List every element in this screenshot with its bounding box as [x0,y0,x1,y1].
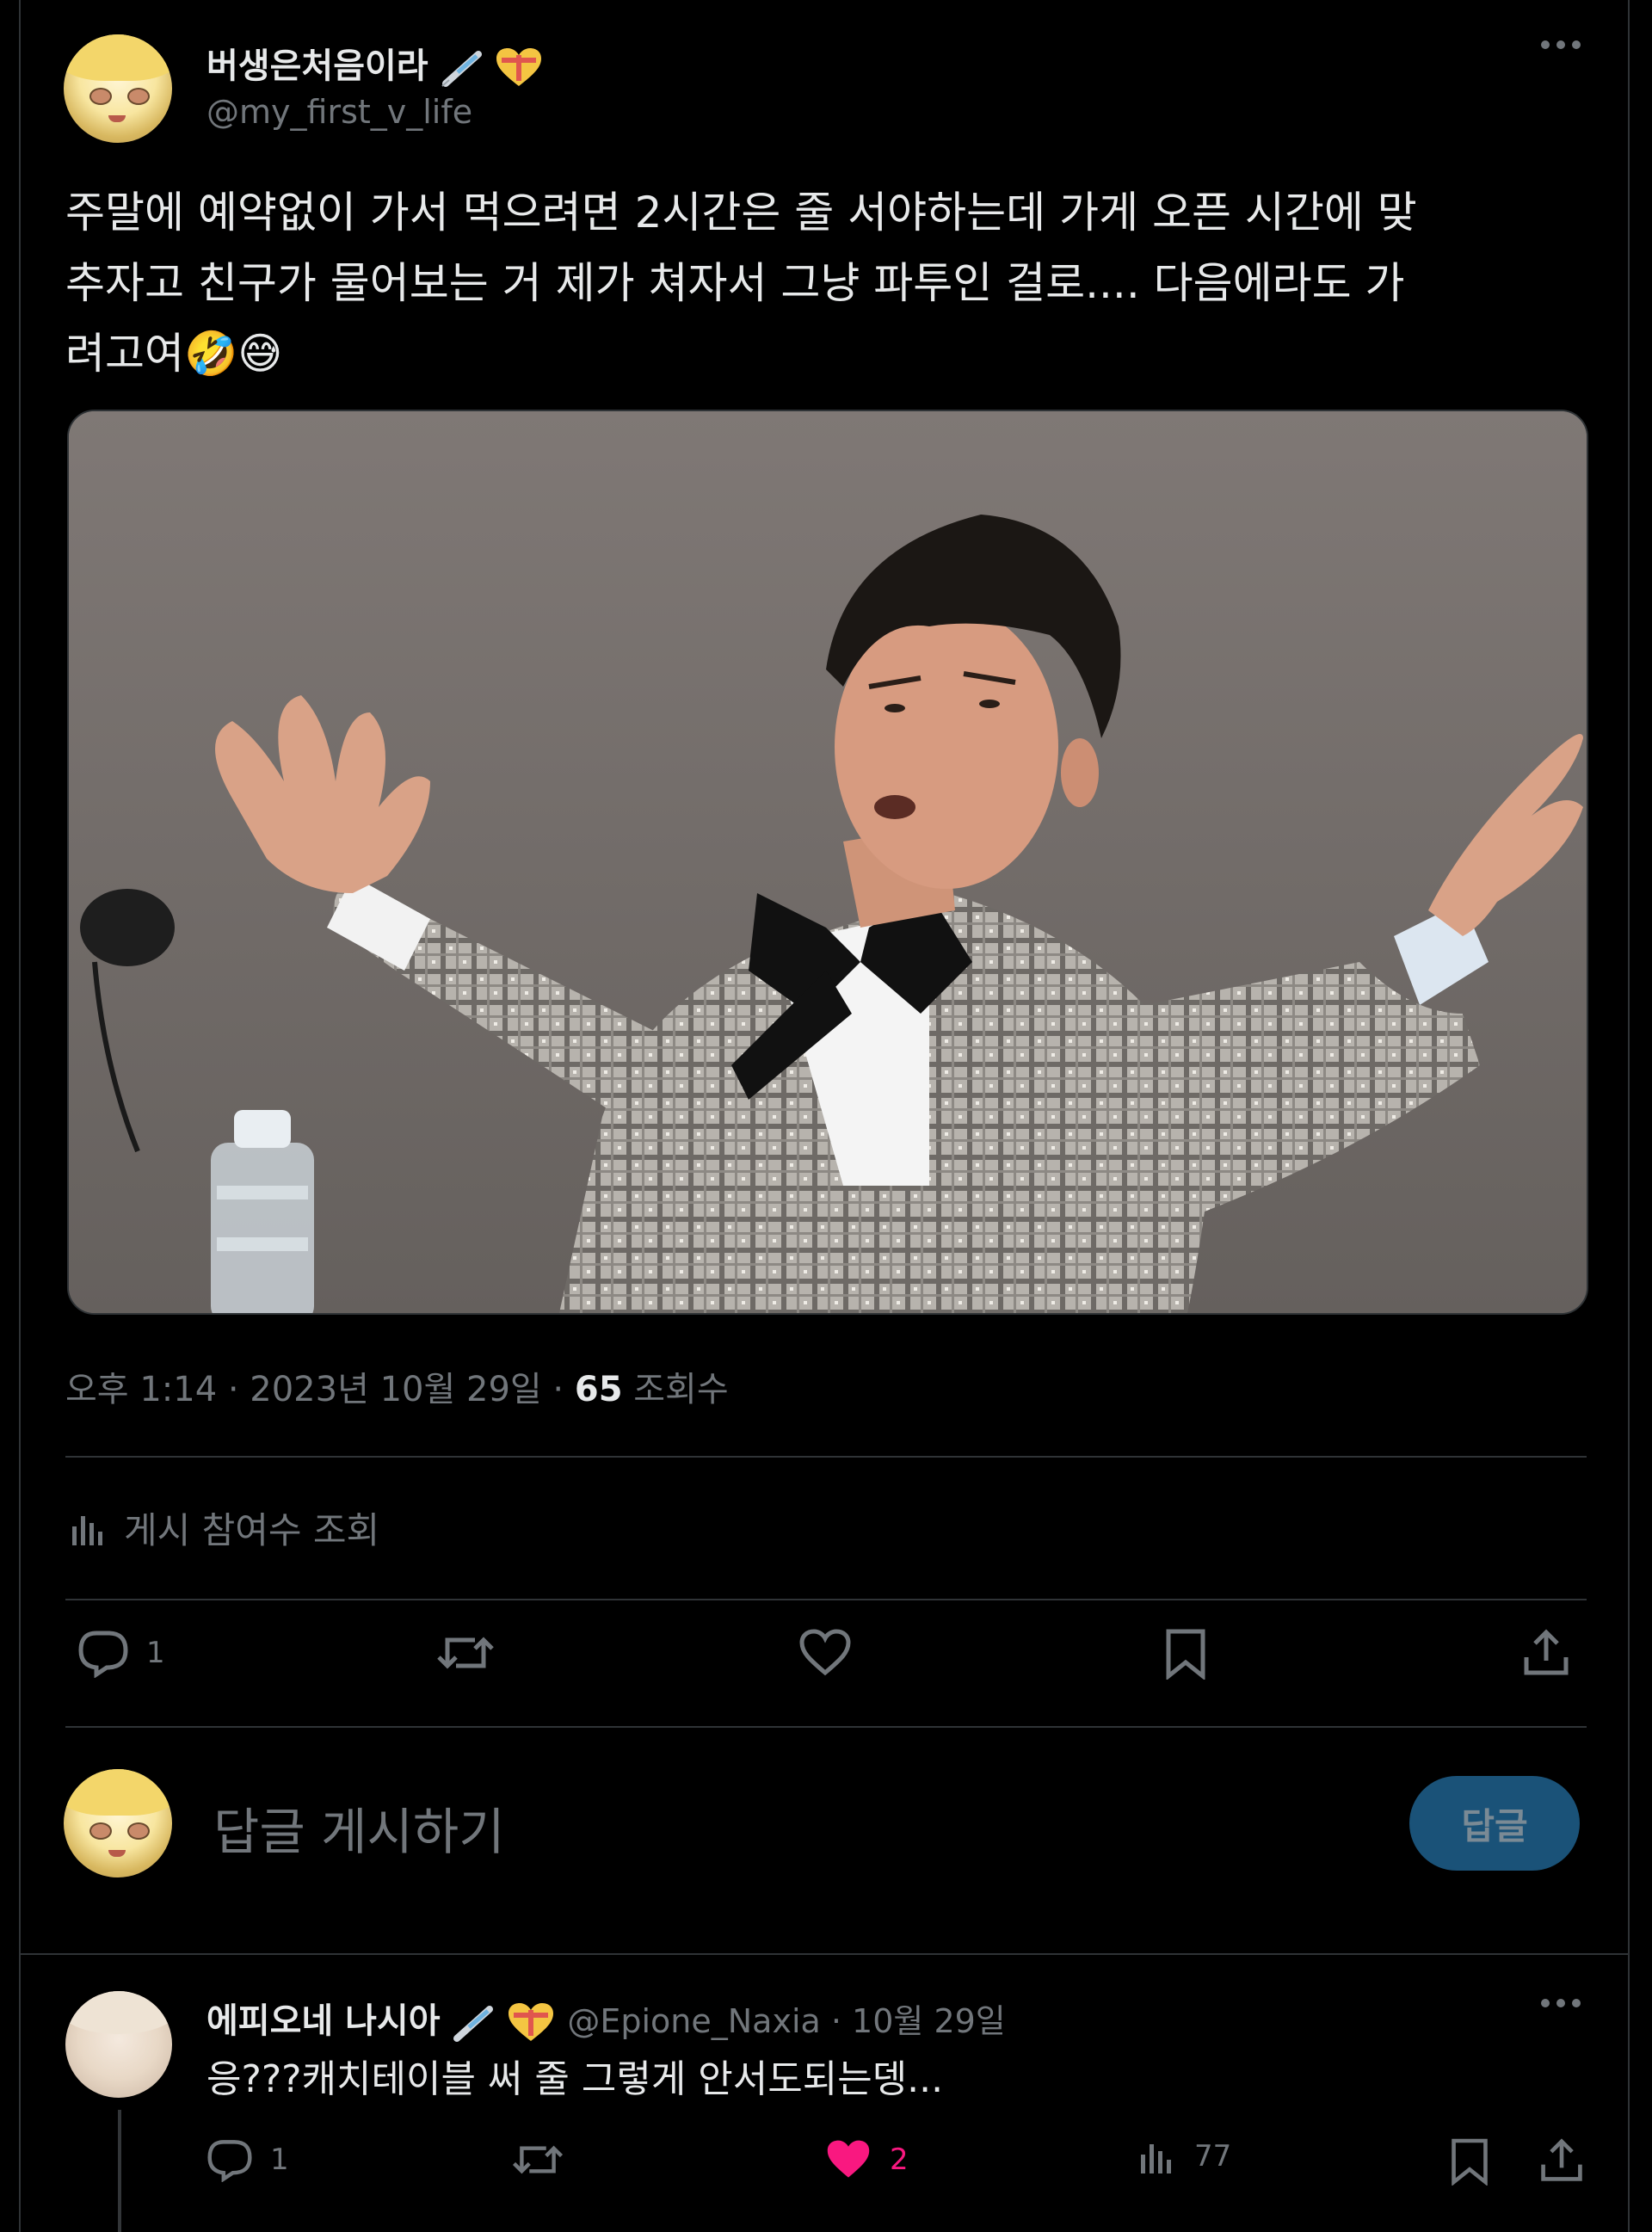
column-border-right [1628,0,1630,2232]
heart-emoji [495,46,543,89]
tweet-text-line: 려고여🤣😅 [65,329,283,379]
like-button[interactable] [798,1628,852,1678]
reply-reply-button[interactable]: 1 [206,2137,289,2182]
divider [65,1599,1587,1600]
reply-submit-button[interactable]: 답글 [1409,1776,1580,1871]
view-count: 65 [574,1370,623,1409]
column-border-left [19,0,21,2232]
share-button[interactable] [1521,1628,1571,1678]
reply-share-button[interactable] [1538,2137,1585,2184]
reply-separator: · [820,2002,853,2040]
bookmark-icon [1449,2137,1490,2186]
reply-icon [206,2137,253,2182]
retweet-icon [435,1628,496,1678]
reply-like-count: 2 [890,2143,909,2177]
reply-reply-count: 1 [270,2143,289,2177]
share-icon [1521,1628,1571,1678]
composer-avatar [64,1769,172,1877]
analytics-link[interactable]: 게시 참여수 조회 [69,1501,379,1554]
retweet-button[interactable] [435,1628,496,1678]
heart-emoji [507,2001,555,2044]
more-icon[interactable] [1540,36,1581,53]
reply-author-avatar[interactable] [65,1991,172,2098]
divider [65,1726,1587,1728]
analytics-icon [69,1509,108,1547]
reply-author-name[interactable]: 에피오네 나시아 @Epione_Naxia · 10월 29일 [206,1993,1006,2044]
reply-like-button[interactable]: 2 [824,2137,909,2182]
reply-button[interactable]: 1 [77,1628,165,1678]
tweet-timestamp[interactable]: 오후 1:14 · 2023년 10월 29일 · [65,1370,575,1409]
author-handle[interactable]: @my_first_v_life [206,93,472,131]
tweet-actions: 1 [0,1628,1652,1697]
syringe-emoji [441,49,484,87]
reply-text: 응???캐치테이블 써 줄 그렇게 안서도되는뎅... [206,2057,944,2101]
reply-views-button[interactable]: 77 [1137,2137,1231,2175]
divider [65,1456,1587,1458]
author-avatar[interactable] [64,34,172,143]
share-icon [1538,2137,1585,2184]
reply-count: 1 [146,1636,165,1670]
reply-retweet-button[interactable] [511,2137,564,2182]
reply-more-icon[interactable] [1540,1995,1581,2012]
reply-icon [77,1628,129,1678]
reply-input[interactable]: 답글 게시하기 [213,1791,505,1864]
syringe-emoji [452,2004,495,2042]
like-icon [798,1628,852,1678]
analytics-label: 게시 참여수 조회 [124,1509,380,1551]
reply-author-handle[interactable]: @Epione_Naxia [567,2002,820,2040]
reply-bookmark-button[interactable] [1449,2137,1490,2186]
analytics-icon [1137,2137,1177,2175]
view-label: 조회수 [622,1370,729,1409]
divider [21,1953,1628,1955]
tweet-text-line: 추자고 친구가 물어보는 거 제가 쳐자서 그냥 파투인 걸로.... 다음에라… [65,258,1405,308]
bookmark-icon [1163,1628,1208,1680]
like-icon-active [824,2137,872,2182]
thread-line [118,2110,121,2232]
reply-date[interactable]: 10월 29일 [852,2002,1006,2040]
reply-view-count: 77 [1194,2139,1232,2173]
tweet-photo[interactable] [67,410,1588,1315]
author-name[interactable]: 버생은처음이라 [206,38,543,89]
bookmark-button[interactable] [1163,1628,1208,1680]
retweet-icon [511,2137,564,2182]
tweet-text-line: 주말에 예약없이 가서 먹으려면 2시간은 줄 서야하는데 가게 오픈 시간에 … [65,188,1417,237]
tweet-text: 주말에 예약없이 가서 먹으려면 2시간은 줄 서야하는데 가게 오픈 시간에 … [65,177,1606,389]
tweet-meta: 오후 1:14 · 2023년 10월 29일 · 65 조회수 [65,1361,729,1411]
